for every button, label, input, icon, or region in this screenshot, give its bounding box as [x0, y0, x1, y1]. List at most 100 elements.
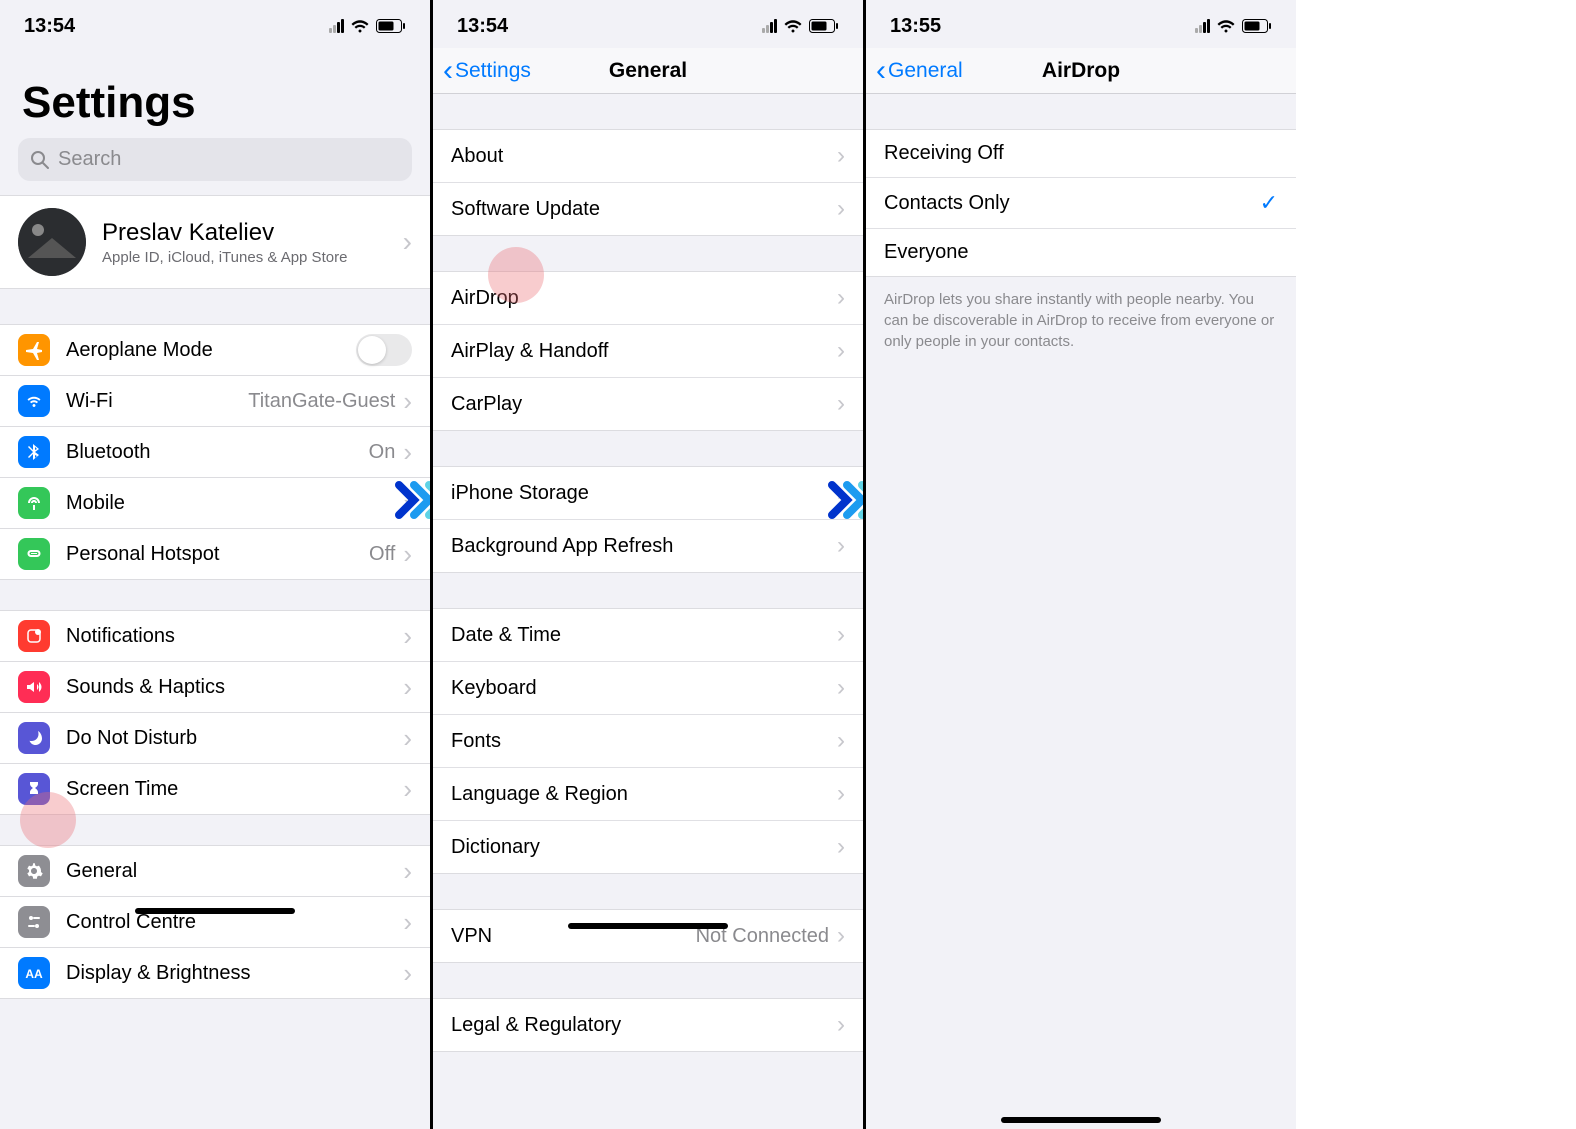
- general-row-date-time[interactable]: Date & Time›: [433, 609, 863, 662]
- chevron-right-icon: ›: [403, 856, 412, 887]
- settings-row-mobile[interactable]: Mobile›: [0, 478, 430, 529]
- row-label: Aeroplane Mode: [66, 339, 213, 362]
- status-time: 13:54: [24, 15, 75, 38]
- general-row-airdrop[interactable]: AirDrop›: [433, 272, 863, 325]
- general-row-fonts[interactable]: Fonts›: [433, 715, 863, 768]
- row-value: TitanGate-Guest: [248, 390, 395, 413]
- chevron-right-icon: ›: [837, 1011, 845, 1039]
- status-bar: 13:54: [433, 0, 863, 48]
- nav-title: AirDrop: [1042, 59, 1120, 83]
- row-label: Bluetooth: [66, 441, 151, 464]
- airdrop-option-receiving-off[interactable]: Receiving Off: [866, 130, 1296, 178]
- airplane-icon: [18, 334, 50, 366]
- wifi-icon: [1216, 19, 1236, 33]
- airdrop-screen: 13:55 ‹ General AirDrop Receiving Off Con…: [866, 0, 1296, 1129]
- row-label: Software Update: [451, 198, 600, 221]
- option-label: Receiving Off: [884, 142, 1004, 165]
- row-value: Off: [369, 543, 395, 566]
- search-icon: [30, 150, 50, 170]
- general-screen: 13:54 ‹ Settings General About›Software …: [433, 0, 863, 1129]
- chevron-right-icon: ›: [837, 621, 845, 649]
- wifi-icon: [350, 19, 370, 33]
- general-row-background-app-refresh[interactable]: Background App Refresh›: [433, 520, 863, 572]
- settings-row-display-brightness[interactable]: AADisplay & Brightness›: [0, 948, 430, 998]
- status-indicators: [1195, 19, 1272, 33]
- settings-row-wi-fi[interactable]: Wi-FiTitanGate-Guest›: [0, 376, 430, 427]
- airdrop-option-everyone[interactable]: Everyone: [866, 229, 1296, 276]
- settings-row-control-centre[interactable]: Control Centre›: [0, 897, 430, 948]
- general-row-airplay-handoff[interactable]: AirPlay & Handoff ›: [433, 325, 863, 378]
- apple-id-row[interactable]: Preslav Kateliev Apple ID, iCloud, iTune…: [0, 195, 430, 289]
- row-label: Language & Region: [451, 783, 628, 806]
- general-row-keyboard[interactable]: Keyboard›: [433, 662, 863, 715]
- chevron-right-icon: ›: [403, 539, 412, 570]
- chevron-right-icon: ›: [403, 386, 412, 417]
- back-button[interactable]: ‹ General: [876, 56, 963, 86]
- chevron-right-icon: ›: [837, 195, 845, 223]
- settings-row-bluetooth[interactable]: BluetoothOn›: [0, 427, 430, 478]
- settings-screen: 13:54 Settings Search Preslav Kateliev A…: [0, 0, 430, 1129]
- chevron-right-icon: ›: [837, 727, 845, 755]
- general-row-iphone-storage[interactable]: iPhone Storage›: [433, 467, 863, 520]
- bluetooth-icon: [18, 436, 50, 468]
- search-input[interactable]: Search: [18, 138, 412, 181]
- settings-row-aeroplane-mode[interactable]: Aeroplane Mode: [0, 325, 430, 376]
- profile-name: Preslav Kateliev: [102, 219, 347, 247]
- toggle-switch[interactable]: [356, 334, 412, 366]
- aa-icon: AA: [18, 957, 50, 989]
- status-indicators: [329, 19, 406, 33]
- status-bar: 13:55: [866, 0, 1296, 48]
- row-label: Legal & Regulatory: [451, 1014, 621, 1037]
- checkmark-icon: ✓: [1260, 190, 1278, 216]
- general-row-software-update[interactable]: Software Update ›: [433, 183, 863, 235]
- home-indicator[interactable]: [568, 923, 728, 929]
- row-label: iPhone Storage: [451, 482, 589, 505]
- status-indicators: [762, 19, 839, 33]
- option-label: Contacts Only: [884, 192, 1010, 215]
- settings-row-notifications[interactable]: Notifications›: [0, 611, 430, 662]
- airdrop-option-contacts-only[interactable]: Contacts Only ✓: [866, 178, 1296, 229]
- general-row-about[interactable]: About›: [433, 130, 863, 183]
- avatar: [18, 208, 86, 276]
- search-placeholder: Search: [58, 148, 121, 171]
- row-label: CarPlay: [451, 393, 522, 416]
- row-label: Mobile: [66, 492, 125, 515]
- row-label: Dictionary: [451, 836, 540, 859]
- chevron-right-icon: ›: [403, 437, 412, 468]
- settings-row-do-not-disturb[interactable]: Do Not Disturb›: [0, 713, 430, 764]
- row-label: Sounds & Haptics: [66, 676, 225, 699]
- general-row-carplay[interactable]: CarPlay›: [433, 378, 863, 430]
- settings-row-sounds-haptics[interactable]: Sounds & Haptics›: [0, 662, 430, 713]
- link-icon: [18, 538, 50, 570]
- chevron-right-icon: ›: [837, 337, 845, 365]
- chevron-left-icon: ‹: [443, 56, 453, 86]
- settings-row-personal-hotspot[interactable]: Personal HotspotOff›: [0, 529, 430, 579]
- speaker-icon: [18, 671, 50, 703]
- general-row-legal-regulatory[interactable]: Legal & Regulatory ›: [433, 999, 863, 1051]
- status-time: 13:54: [457, 15, 508, 38]
- settings-row-general[interactable]: General›: [0, 846, 430, 897]
- chevron-right-icon: ›: [403, 226, 412, 258]
- status-time: 13:55: [890, 15, 941, 38]
- row-label: AirPlay & Handoff: [451, 340, 609, 363]
- home-indicator[interactable]: [1001, 1117, 1161, 1123]
- moon-icon: [18, 722, 50, 754]
- nav-bar: ‹ General AirDrop: [866, 48, 1296, 94]
- chevron-right-icon: ›: [403, 774, 412, 805]
- row-label: Background App Refresh: [451, 535, 673, 558]
- nav-bar: ‹ Settings General: [433, 48, 863, 94]
- antenna-icon: [18, 487, 50, 519]
- profile-subtitle: Apple ID, iCloud, iTunes & App Store: [102, 249, 347, 266]
- general-row-vpn[interactable]: VPNNot Connected›: [433, 910, 863, 962]
- chevron-right-icon: ›: [837, 780, 845, 808]
- general-row-language-region[interactable]: Language & Region ›: [433, 768, 863, 821]
- chevron-right-icon: ›: [403, 723, 412, 754]
- battery-icon: [809, 19, 839, 33]
- settings-row-screen-time[interactable]: Screen Time›: [0, 764, 430, 814]
- general-row-dictionary[interactable]: Dictionary›: [433, 821, 863, 873]
- back-button[interactable]: ‹ Settings: [443, 56, 531, 86]
- svg-text:AA: AA: [25, 967, 43, 981]
- home-indicator[interactable]: [135, 908, 295, 914]
- chevron-right-icon: ›: [403, 907, 412, 938]
- nav-title: General: [609, 59, 687, 83]
